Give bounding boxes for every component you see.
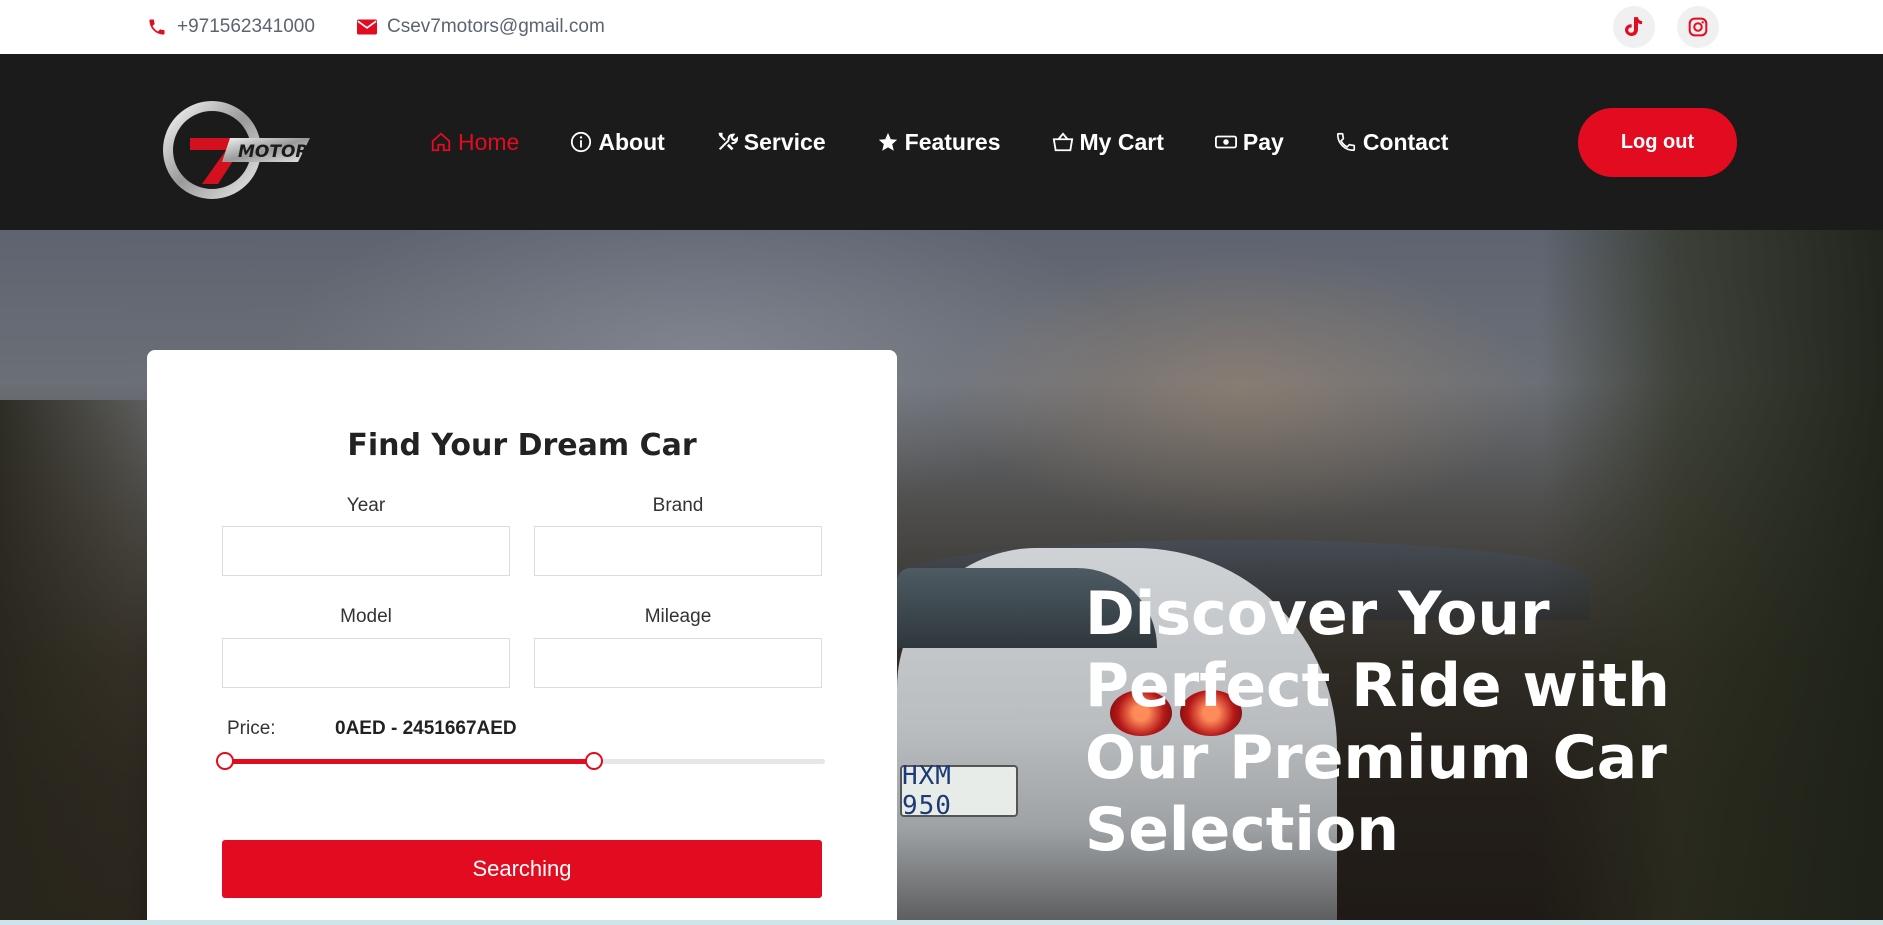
search-button[interactable]: Searching: [222, 840, 822, 898]
nav-item-about[interactable]: About: [570, 128, 665, 156]
nav-menu: Home About Service Features My Cart Pay …: [430, 54, 1499, 230]
nav-item-pay[interactable]: Pay: [1214, 128, 1284, 156]
tiktok-button[interactable]: [1613, 6, 1655, 48]
search-card-title: Find Your Dream Car: [347, 428, 697, 463]
hero-headline: Discover Your Perfect Ride with Our Prem…: [1085, 579, 1670, 865]
nav-item-label: Contact: [1362, 128, 1449, 155]
license-plate: HXM 950: [900, 761, 1018, 821]
nav-item-label: About: [598, 128, 665, 155]
envelope-icon: [357, 17, 377, 37]
phone-number: +971562341000: [177, 16, 315, 37]
nav-item-label: My Cart: [1079, 128, 1164, 155]
info-icon: [571, 131, 592, 153]
price-label: Price:: [227, 718, 276, 739]
brand-input[interactable]: [534, 526, 822, 576]
nav-item-label: Home: [458, 128, 520, 155]
phone-contact[interactable]: +971562341000: [147, 0, 315, 54]
model-label: Model: [340, 606, 392, 627]
top-contact-bar: +971562341000 Csev7motors@gmail.com: [0, 0, 1883, 54]
email-address: Csev7motors@gmail.com: [387, 16, 605, 37]
nav-item-label: Features: [904, 128, 1001, 155]
nav-item-home[interactable]: Home: [430, 129, 519, 156]
model-input[interactable]: [222, 638, 510, 688]
company-logo[interactable]: MOTORS: [160, 100, 321, 204]
nav-item-features[interactable]: Features: [877, 129, 1001, 156]
nav-item-label: Service: [743, 128, 826, 155]
instagram-icon: [1688, 17, 1708, 37]
phone-icon: [1336, 132, 1355, 152]
price-slider-min-handle[interactable]: [216, 752, 234, 770]
email-contact[interactable]: Csev7motors@gmail.com: [357, 0, 605, 54]
year-label: Year: [346, 495, 386, 516]
nav-item-service[interactable]: Service: [716, 129, 826, 156]
logout-button[interactable]: Log out: [1578, 108, 1737, 177]
tiktok-icon: [1625, 17, 1643, 36]
price-slider-fill: [225, 759, 594, 764]
mileage-input[interactable]: [534, 638, 822, 688]
main-navbar: MOTORS Home About Service Features My Ca…: [0, 54, 1883, 230]
svg-text:MOTORS: MOTORS: [238, 142, 310, 162]
instagram-button[interactable]: [1677, 6, 1719, 48]
price-slider[interactable]: [216, 752, 825, 770]
nav-item-contact[interactable]: Contact: [1335, 128, 1449, 156]
cash-icon: [1214, 135, 1237, 149]
page-bottom-divider: [0, 920, 1883, 925]
nav-item-my-cart[interactable]: My Cart: [1052, 129, 1164, 156]
phone-icon: [147, 17, 167, 37]
price-slider-max-handle[interactable]: [585, 752, 603, 770]
basket-icon: [1052, 132, 1073, 152]
mileage-label: Mileage: [644, 606, 712, 627]
home-icon: [431, 132, 451, 152]
star-icon: [878, 132, 897, 151]
brand-label: Brand: [652, 495, 704, 516]
nav-item-label: Pay: [1242, 128, 1284, 155]
price-range-value: 0AED - 2451667AED: [335, 718, 517, 739]
year-input[interactable]: [222, 526, 510, 576]
tools-icon: [718, 132, 738, 151]
car-search-card: Find Your Dream Car Year Brand Model Mil…: [147, 350, 897, 925]
